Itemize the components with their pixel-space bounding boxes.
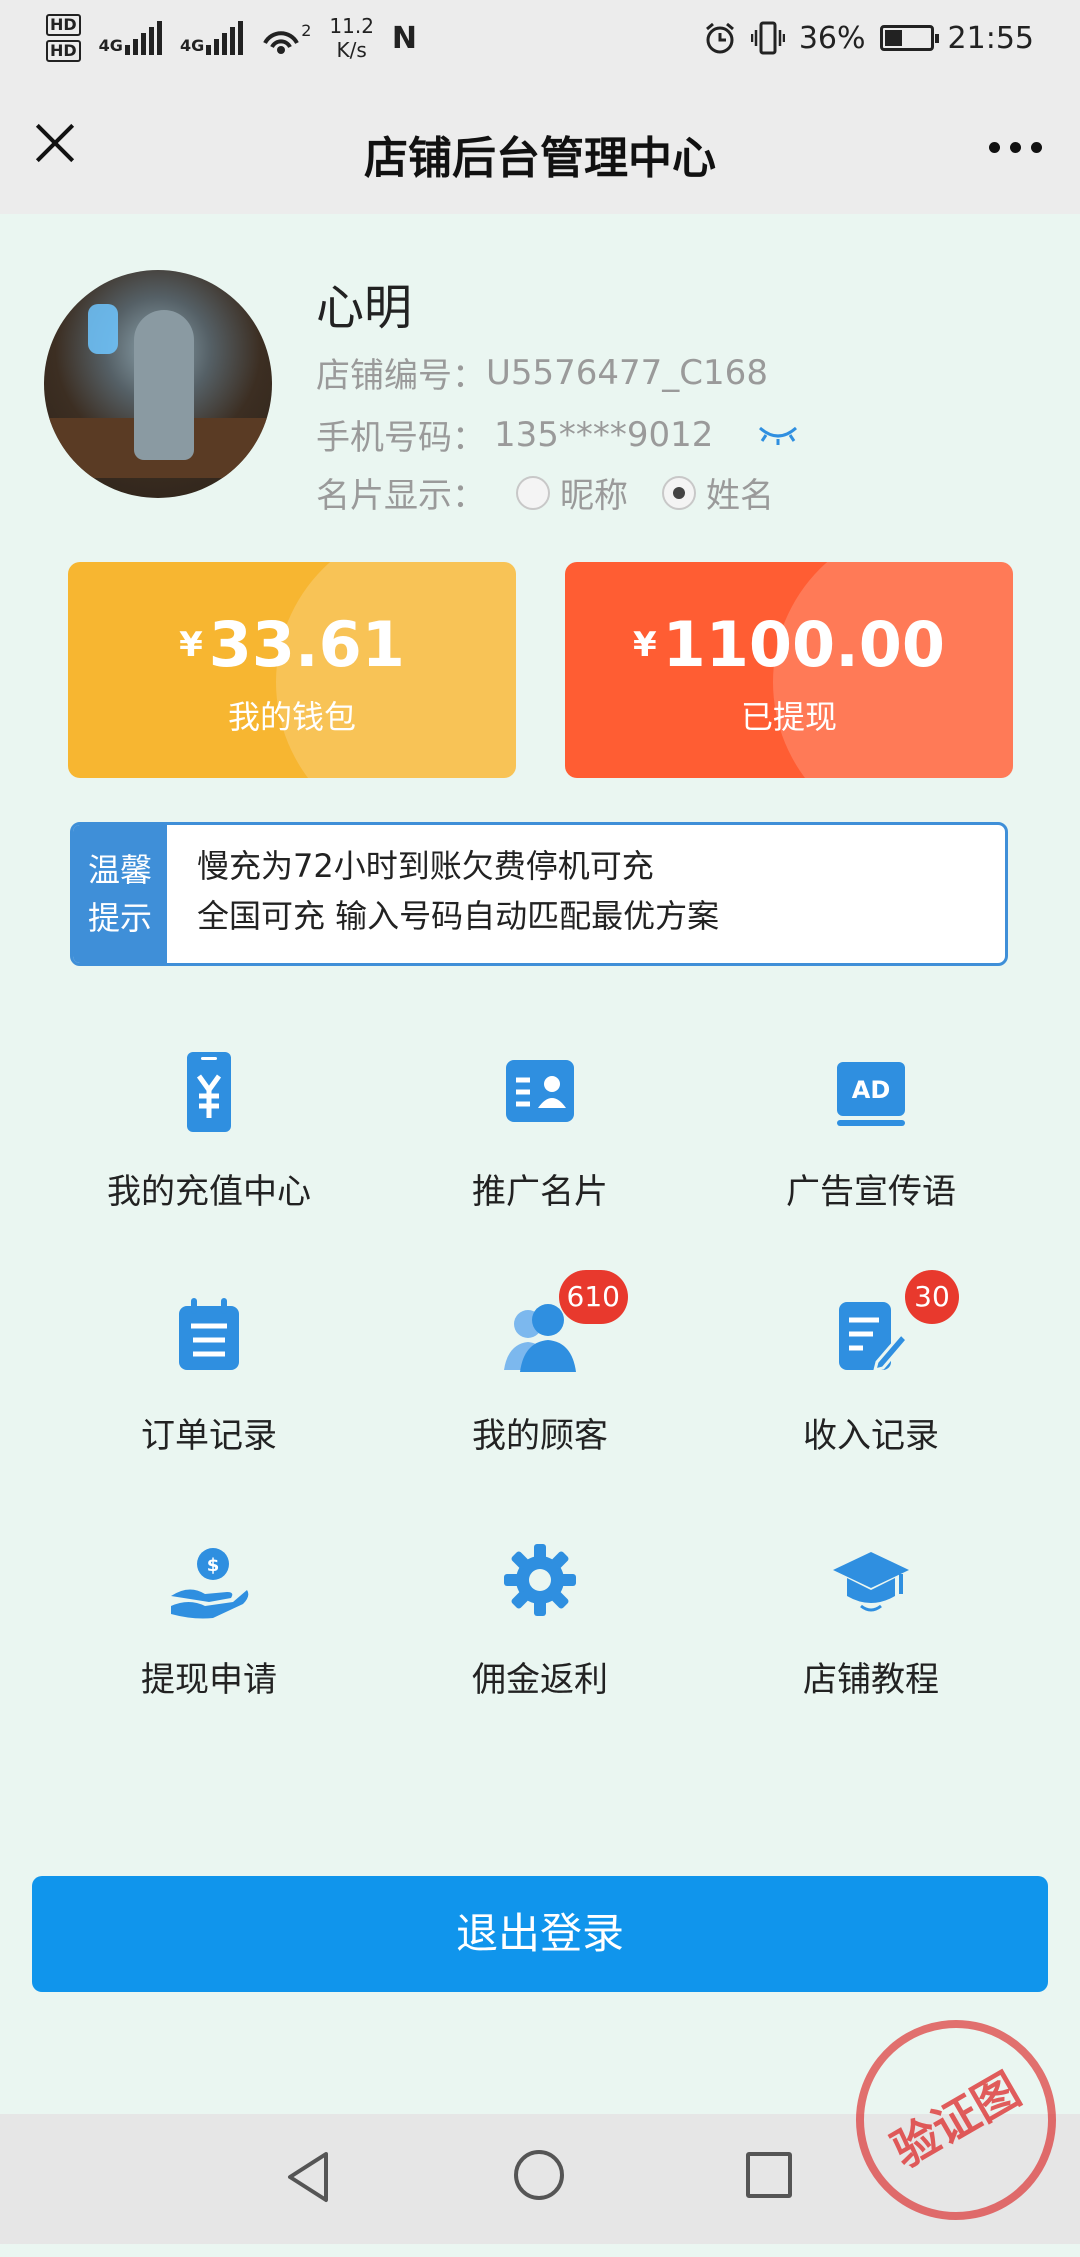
shop-id-row: 店铺编号： U5576477_C168 xyxy=(316,348,768,397)
withdrawn-amount: ¥1100.00 xyxy=(565,608,1013,681)
wallet-card[interactable]: ¥33.61 我的钱包 xyxy=(68,562,516,778)
hd-indicators: HD HD xyxy=(46,14,81,62)
option-realname-label: 姓名 xyxy=(706,476,774,516)
signal-1: 4G xyxy=(99,21,162,55)
status-right: 36% 21:55 xyxy=(703,20,1034,56)
wifi: 2 xyxy=(261,21,311,55)
radio-nickname[interactable] xyxy=(516,475,550,510)
calendar-list-icon xyxy=(169,1296,249,1376)
notice-line-1: 慢充为72小时到账欠费停机可充 xyxy=(197,847,654,885)
wallet-amount: ¥33.61 xyxy=(68,608,516,681)
notice-text: 慢充为72小时到账欠费停机可充 全国可充 输入号码自动匹配最优方案 xyxy=(197,841,719,941)
clock: 21:55 xyxy=(947,20,1034,56)
contact-card-icon xyxy=(500,1052,580,1132)
option-realname[interactable]: 姓名 xyxy=(662,468,774,517)
phone-row: 手机号码： 135****9012 xyxy=(316,410,799,459)
svg-text:$: $ xyxy=(207,1555,220,1576)
signal-2: 4G xyxy=(179,21,244,55)
back-icon[interactable] xyxy=(284,2150,334,2204)
shop-id-value: U5576477_C168 xyxy=(486,352,768,393)
option-nickname[interactable]: 昵称 xyxy=(516,468,628,517)
menu-income-records[interactable]: 30 收入记录 xyxy=(706,1270,1036,1457)
home-icon[interactable] xyxy=(514,2150,564,2200)
phone-value: 135****9012 xyxy=(494,414,714,455)
signal-bars-2-icon xyxy=(206,21,244,55)
withdrawn-currency: ¥ xyxy=(632,625,657,665)
menu-label: 广告宣传语 xyxy=(786,1172,956,1212)
menu-label: 我的充值中心 xyxy=(107,1172,311,1212)
hd-badge-1: HD xyxy=(46,14,81,36)
notice-line-2: 全国可充 输入号码自动匹配最优方案 xyxy=(197,897,720,935)
menu-shop-tutorial[interactable]: 店铺教程 xyxy=(706,1540,1036,1701)
title-bar: 店铺后台管理中心 xyxy=(0,84,1080,214)
graduation-cap-icon xyxy=(831,1540,911,1620)
menu-withdraw-request[interactable]: $ 提现申请 xyxy=(44,1540,374,1701)
income-badge: 30 xyxy=(905,1270,959,1324)
wallet-amount-value: 33.61 xyxy=(208,608,405,681)
menu-ad-slogan[interactable]: AD 广告宣传语 xyxy=(706,1052,1036,1213)
menu-order-records[interactable]: 订单记录 xyxy=(44,1296,374,1457)
menu-recharge-center[interactable]: 我的充值中心 xyxy=(44,1052,374,1213)
withdrawn-card[interactable]: ¥1100.00 已提现 xyxy=(565,562,1013,778)
shop-id-label: 店铺编号： xyxy=(316,356,486,396)
alarm-icon xyxy=(705,22,734,54)
notice-tag: 温馨 提示 xyxy=(73,825,167,963)
edit-document-icon: 30 xyxy=(831,1270,959,1376)
battery-percent: 36% xyxy=(798,20,866,56)
gear-icon xyxy=(500,1540,580,1620)
ad-icon-text: AD xyxy=(852,1076,891,1104)
customers-badge: 610 xyxy=(558,1270,628,1324)
menu-label: 收入记录 xyxy=(803,1416,939,1456)
eye-closed-icon[interactable] xyxy=(757,424,799,446)
network-type-1: 4G xyxy=(98,36,123,55)
wallet-currency: ¥ xyxy=(179,625,203,665)
coin-hand-icon: $ xyxy=(169,1540,249,1620)
notice-tag-line1: 温馨 xyxy=(87,851,152,889)
radio-realname[interactable] xyxy=(662,475,696,510)
menu-label: 推广名片 xyxy=(472,1172,608,1212)
wifi-count: 2 xyxy=(301,21,312,40)
user-name: 心明 xyxy=(316,280,413,336)
menu-promo-card[interactable]: 推广名片 xyxy=(375,1052,705,1213)
menu-label: 订单记录 xyxy=(141,1416,277,1456)
customers-icon: 610 xyxy=(500,1270,628,1376)
page-title: 店铺后台管理中心 xyxy=(364,133,716,184)
hd-badge-2: HD xyxy=(46,40,81,62)
menu-label: 提现申请 xyxy=(141,1660,277,1700)
network-type-2: 4G xyxy=(179,36,205,55)
ad-icon: AD xyxy=(831,1052,911,1132)
speed-value: 11.2 xyxy=(329,14,374,38)
speed-unit: K/s xyxy=(336,38,367,62)
notice-box: 温馨 提示 慢充为72小时到账欠费停机可充 全国可充 输入号码自动匹配最优方案 xyxy=(70,822,1008,966)
withdrawn-label: 已提现 xyxy=(740,698,837,736)
battery-icon xyxy=(879,25,939,51)
more-options-icon[interactable] xyxy=(989,142,1042,153)
notice-tag-line2: 提示 xyxy=(87,899,152,937)
recent-apps-icon[interactable] xyxy=(746,2152,792,2198)
withdrawn-amount-value: 1100.00 xyxy=(662,608,946,681)
wifi-icon xyxy=(263,31,299,54)
menu-label: 店铺教程 xyxy=(803,1660,939,1700)
signal-bars-1-icon xyxy=(124,21,162,55)
nfc-icon: N xyxy=(391,20,418,56)
menu-my-customers[interactable]: 610 我的顾客 xyxy=(375,1270,705,1457)
option-nickname-label: 昵称 xyxy=(560,476,628,516)
logout-button[interactable]: 退出登录 xyxy=(32,1876,1048,1992)
network-speed: 11.2 K/s xyxy=(329,14,374,62)
yen-phone-icon xyxy=(169,1052,249,1132)
card-display-row: 名片显示： 昵称 姓名 xyxy=(316,468,774,517)
menu-label: 我的顾客 xyxy=(472,1416,608,1456)
menu-commission-rebate[interactable]: 佣金返利 xyxy=(375,1540,705,1701)
card-display-label: 名片显示： xyxy=(316,476,486,516)
wallet-label: 我的钱包 xyxy=(227,698,356,736)
status-bar: HD HD 4G 4G 2 11.2 K/s N 36% 21:55 xyxy=(0,0,1080,84)
status-left: HD HD 4G 4G 2 11.2 K/s N xyxy=(46,14,417,62)
menu-label: 佣金返利 xyxy=(472,1660,608,1700)
phone-label: 手机号码： xyxy=(316,418,486,458)
avatar[interactable] xyxy=(44,270,272,498)
vibrate-icon xyxy=(750,21,785,55)
